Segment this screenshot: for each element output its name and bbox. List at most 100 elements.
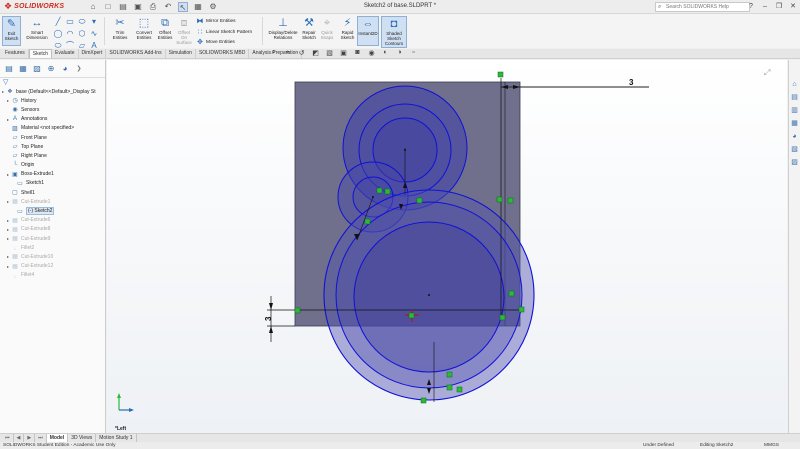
linear-sketch-pattern-button[interactable]: ∷ Linear Sketch Pattern <box>196 28 252 36</box>
appearances-icon[interactable]: ◕ <box>790 132 799 141</box>
display-style-icon[interactable]: ◙ <box>353 49 362 57</box>
quick-snaps-button[interactable]: ⌖ Quick Snaps <box>319 16 335 40</box>
help-search-box[interactable]: ⌕ <box>655 2 750 12</box>
exit-sketch-button[interactable]: ✎ Exit Sketch <box>2 16 21 46</box>
section-view-icon[interactable]: ◩ <box>311 49 320 57</box>
mirror-entities-button[interactable]: ⧓ Mirror Entities <box>196 17 236 25</box>
design-library-icon[interactable]: ▤ <box>790 93 799 102</box>
filter-icon[interactable]: ▽ <box>0 78 105 87</box>
arc-icon[interactable]: ◠ <box>64 29 76 38</box>
display-manager-icon[interactable]: ◕ <box>60 64 70 74</box>
tab-solidworks-add-ins[interactable]: SOLIDWORKS Add-Ins <box>106 49 166 58</box>
sketch-canvas[interactable]: 3 3 <box>107 60 787 433</box>
help-search-input[interactable] <box>666 4 736 10</box>
tree-item[interactable]: ▢ Shell1 <box>0 188 105 197</box>
circle-icon[interactable]: ◯ <box>52 29 64 38</box>
tree-item[interactable]: ▸ ▦ Cut-Extrude9 <box>0 234 105 243</box>
tree-item[interactable]: ▸ ▦ Cut-Extrude10 <box>0 252 105 261</box>
zoom-area-icon[interactable]: ⌖ <box>283 49 292 57</box>
trim-entities-button[interactable]: ✂ Trim Entities <box>108 16 132 40</box>
tab-model[interactable]: Model <box>46 434 69 442</box>
view-palette-icon[interactable]: ▦ <box>790 119 799 128</box>
save-icon[interactable]: ▣ <box>133 2 143 12</box>
tree-item[interactable]: ▱ Front Plane <box>0 133 105 142</box>
dimxpert-manager-icon[interactable]: ⊕ <box>46 64 56 74</box>
polygon-icon[interactable]: ⬡ <box>76 29 88 38</box>
smart-dimension-button[interactable]: ↔ Smart Dimension <box>24 16 50 40</box>
last-tab-arrow-icon[interactable]: ⏭ <box>35 434 47 442</box>
convert-entities-button[interactable]: ⬚ Convert Entities <box>132 16 156 40</box>
tree-item[interactable]: ◉ Sensors <box>0 105 105 114</box>
rectangle-icon[interactable]: ▭ <box>64 17 76 26</box>
tab-motion-study-1[interactable]: Motion Study 1 <box>96 434 137 442</box>
print-icon[interactable]: ⎙ <box>148 2 158 12</box>
undo-icon[interactable]: ↶ <box>163 2 173 12</box>
dropdown-icon[interactable]: ▾ <box>88 17 100 26</box>
repair-sketch-button[interactable]: ⚒ Repair Sketch <box>301 16 317 40</box>
new-document-icon[interactable]: □ <box>103 2 113 12</box>
restore-window-icon[interactable]: ❐ <box>772 0 786 14</box>
file-explorer-icon[interactable]: ▥ <box>790 106 799 115</box>
tab-features[interactable]: Features <box>2 49 29 58</box>
move-entities-button[interactable]: ✥ Move Entities <box>196 38 235 46</box>
tree-item[interactable]: ▸ ▣ Boss-Extrude1 <box>0 170 105 179</box>
hide-show-items-icon[interactable]: ◉ <box>367 49 376 57</box>
tab-solidworks-mbd[interactable]: SOLIDWORKS MBD <box>196 49 250 58</box>
zoom-to-fit-icon[interactable]: ⌕ <box>269 49 278 57</box>
dimension-3-vertical[interactable]: 3 <box>264 316 273 321</box>
tree-item[interactable]: ▱ Top Plane <box>0 142 105 151</box>
tree-item[interactable]: ▨ Material <not specified> <box>0 124 105 133</box>
tree-item[interactable]: ▸ ❖ base (Default<<Default>_Display St <box>0 87 105 96</box>
solidworks-forum-icon[interactable]: ▨ <box>790 158 799 167</box>
select-arrow-icon[interactable]: ↖ <box>178 1 188 12</box>
open-folder-icon[interactable]: ▤ <box>118 2 128 12</box>
rapid-sketch-button[interactable]: ⚡ Rapid Sketch <box>339 16 356 40</box>
center-point[interactable] <box>428 294 430 296</box>
slot-icon[interactable]: ⬭ <box>76 17 88 26</box>
tab-simulation[interactable]: Simulation <box>166 49 196 58</box>
view-orientation-icon[interactable]: ▣ <box>339 49 348 57</box>
tab-evaluate[interactable]: Evaluate <box>52 49 79 58</box>
rebuild-icon[interactable]: ▦ <box>193 2 203 12</box>
help-question-icon[interactable]: ? <box>744 0 758 14</box>
minimize-icon[interactable]: – <box>758 0 772 14</box>
tree-item[interactable]: ▸ ▦ Cut-Extrude1 <box>0 197 105 206</box>
edit-appearance-icon[interactable]: ◐ <box>381 49 390 57</box>
tree-item[interactable]: ▸ ▦ Cut-Extrude6 <box>0 216 105 225</box>
configuration-manager-icon[interactable]: ▨ <box>32 64 42 74</box>
tree-item[interactable]: ▱ Right Plane <box>0 151 105 160</box>
options-gear-icon[interactable]: ⚙ <box>208 2 218 12</box>
tree-item[interactable]: ▭ (-) Sketch2 <box>0 206 105 216</box>
tree-item[interactable]: ◟ Fillet2 <box>0 243 105 252</box>
more-tabs-icon[interactable]: ❯ <box>74 64 84 74</box>
tab-3d-views[interactable]: 3D Views <box>68 434 97 442</box>
tree-item[interactable]: ▸ ◷ History <box>0 96 105 105</box>
tree-item[interactable]: ◟ Fillet4 <box>0 271 105 280</box>
display-delete-relations-button[interactable]: ⊥ Display/Delete Relations <box>266 16 300 40</box>
previous-tab-arrow-icon[interactable]: ◀ <box>14 434 25 442</box>
apply-scene-icon[interactable]: ◑ <box>395 49 404 57</box>
tab-sketch[interactable]: Sketch <box>28 49 53 58</box>
feature-tree-icon[interactable]: ▤ <box>4 64 14 74</box>
tab-dimxpert[interactable]: DimXpert <box>79 49 107 58</box>
tree-item[interactable]: ▸ ▦ Cut-Extrude8 <box>0 225 105 234</box>
dimension-3-horizontal[interactable]: 3 <box>629 78 634 87</box>
tree-item[interactable]: ▸ ▦ Cut-Extrude12 <box>0 262 105 271</box>
tree-item[interactable]: ▭ Sketch1 <box>0 179 105 188</box>
home-icon[interactable]: ⌂ <box>88 2 98 12</box>
center-point[interactable] <box>404 149 406 151</box>
offset-entities-button[interactable]: ⧉ Offset Entities <box>154 16 176 40</box>
spline-icon[interactable]: ∿ <box>88 29 100 38</box>
graphics-area[interactable]: 3 3 <box>107 60 787 433</box>
lower-inner-circle[interactable] <box>353 221 505 373</box>
view-settings-icon[interactable]: ▫ <box>409 49 418 57</box>
restore-view-icon[interactable]: ⤢ <box>764 68 770 78</box>
shaded-sketch-contours-button[interactable]: ◘ Shaded Sketch Contours <box>381 16 407 48</box>
line-icon[interactable]: ╱ <box>52 17 64 26</box>
units-status[interactable]: MMGS <box>764 442 779 449</box>
next-tab-arrow-icon[interactable]: ▶ <box>24 434 36 442</box>
first-tab-arrow-icon[interactable]: ⏮ <box>2 434 14 442</box>
offset-on-surface-button[interactable]: ⧈ Offset On Surface <box>175 16 193 45</box>
custom-properties-icon[interactable]: ▧ <box>790 145 799 154</box>
instant2d-button[interactable]: ⇔ Instant2D <box>357 16 379 46</box>
